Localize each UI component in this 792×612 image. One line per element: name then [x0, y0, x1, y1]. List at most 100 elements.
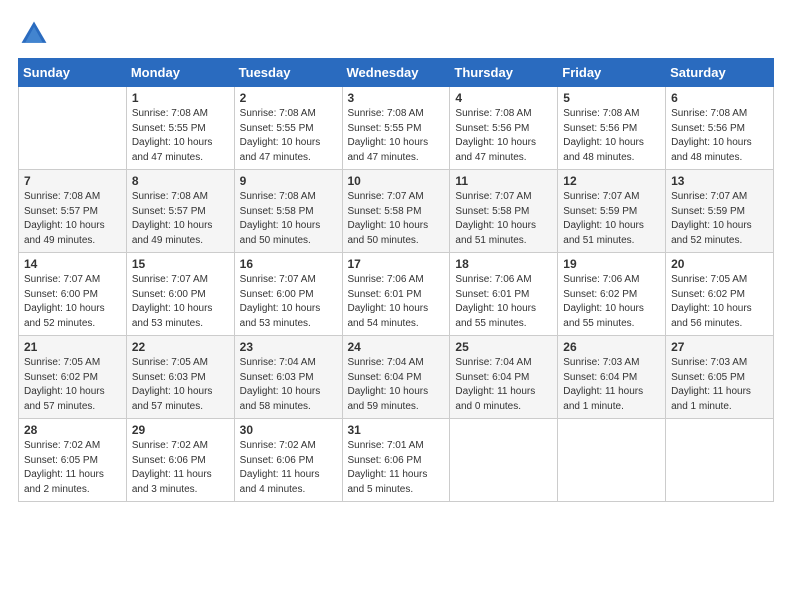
day-info: Sunrise: 7:02 AM Sunset: 6:06 PM Dayligh…: [132, 439, 229, 497]
week-row-3: 14 Sunrise: 7:07 AM Sunset: 6:00 PM Dayli…: [19, 253, 774, 336]
day-number: 25: [455, 340, 552, 354]
day-number: 31: [348, 423, 445, 437]
calendar-cell: 10 Sunrise: 7:07 AM Sunset: 5:58 PM Dayli…: [342, 170, 450, 253]
logo: [18, 18, 54, 50]
calendar-cell: 13Sunrise: 7:07 AM Sunset: 5:59 PM Dayli…: [666, 170, 774, 253]
day-number: 2: [240, 91, 337, 105]
day-number: 19: [563, 257, 660, 271]
day-number: 16: [240, 257, 337, 271]
calendar-cell: 7 Sunrise: 7:08 AM Sunset: 5:57 PM Daylig…: [19, 170, 127, 253]
day-number: 24: [348, 340, 445, 354]
day-number: 17: [348, 257, 445, 271]
calendar-cell: 14Sunrise: 7:07 AM Sunset: 6:00 PM Dayli…: [19, 253, 127, 336]
day-info: Sunrise: 7:08 AM Sunset: 5:56 PM Dayligh…: [455, 107, 552, 165]
day-info: Sunrise: 7:04 AM Sunset: 6:04 PM Dayligh…: [348, 356, 445, 414]
day-number: 22: [132, 340, 229, 354]
day-info: Sunrise: 7:07 AM Sunset: 5:58 PM Dayligh…: [455, 190, 552, 248]
day-number: 5: [563, 91, 660, 105]
weekday-header-sunday: Sunday: [19, 59, 127, 87]
calendar-cell: 23 Sunrise: 7:04 AM Sunset: 6:03 PM Dayli…: [234, 336, 342, 419]
day-info: Sunrise: 7:08 AM Sunset: 5:55 PM Dayligh…: [240, 107, 337, 165]
page: SundayMondayTuesdayWednesdayThursdayFrid…: [0, 0, 792, 520]
calendar-cell: 27Sunrise: 7:03 AM Sunset: 6:05 PM Dayli…: [666, 336, 774, 419]
day-number: 9: [240, 174, 337, 188]
day-number: 23: [240, 340, 337, 354]
day-number: 30: [240, 423, 337, 437]
day-number: 3: [348, 91, 445, 105]
weekday-header-friday: Friday: [558, 59, 666, 87]
day-info: Sunrise: 7:08 AM Sunset: 5:56 PM Dayligh…: [671, 107, 768, 165]
weekday-header-wednesday: Wednesday: [342, 59, 450, 87]
day-info: Sunrise: 7:06 AM Sunset: 6:02 PM Dayligh…: [563, 273, 660, 331]
day-number: 11: [455, 174, 552, 188]
calendar-cell: 22 Sunrise: 7:05 AM Sunset: 6:03 PM Dayli…: [126, 336, 234, 419]
day-info: Sunrise: 7:08 AM Sunset: 5:57 PM Dayligh…: [24, 190, 121, 248]
day-info: Sunrise: 7:05 AM Sunset: 6:03 PM Dayligh…: [132, 356, 229, 414]
day-info: Sunrise: 7:08 AM Sunset: 5:57 PM Dayligh…: [132, 190, 229, 248]
calendar-cell: [666, 419, 774, 502]
calendar-cell: [450, 419, 558, 502]
calendar-cell: 17 Sunrise: 7:06 AM Sunset: 6:01 PM Dayli…: [342, 253, 450, 336]
calendar-cell: 2 Sunrise: 7:08 AM Sunset: 5:55 PM Daylig…: [234, 87, 342, 170]
calendar-cell: 29 Sunrise: 7:02 AM Sunset: 6:06 PM Dayli…: [126, 419, 234, 502]
day-number: 20: [671, 257, 768, 271]
calendar-cell: 28Sunrise: 7:02 AM Sunset: 6:05 PM Dayli…: [19, 419, 127, 502]
day-number: 8: [132, 174, 229, 188]
day-number: 14: [24, 257, 121, 271]
day-number: 12: [563, 174, 660, 188]
day-number: 21: [24, 340, 121, 354]
logo-icon: [18, 18, 50, 50]
day-info: Sunrise: 7:05 AM Sunset: 6:02 PM Dayligh…: [671, 273, 768, 331]
calendar-cell: [19, 87, 127, 170]
day-number: 29: [132, 423, 229, 437]
day-number: 1: [132, 91, 229, 105]
day-info: Sunrise: 7:06 AM Sunset: 6:01 PM Dayligh…: [348, 273, 445, 331]
calendar-cell: 1 Sunrise: 7:08 AM Sunset: 5:55 PM Daylig…: [126, 87, 234, 170]
day-info: Sunrise: 7:07 AM Sunset: 6:00 PM Dayligh…: [132, 273, 229, 331]
calendar-cell: 20 Sunrise: 7:05 AM Sunset: 6:02 PM Dayli…: [666, 253, 774, 336]
day-number: 6: [671, 91, 768, 105]
weekday-header-thursday: Thursday: [450, 59, 558, 87]
calendar-cell: 12 Sunrise: 7:07 AM Sunset: 5:59 PM Dayli…: [558, 170, 666, 253]
calendar-cell: 11 Sunrise: 7:07 AM Sunset: 5:58 PM Dayli…: [450, 170, 558, 253]
day-number: 18: [455, 257, 552, 271]
calendar-cell: 21 Sunrise: 7:05 AM Sunset: 6:02 PM Dayli…: [19, 336, 127, 419]
week-row-5: 28Sunrise: 7:02 AM Sunset: 6:05 PM Dayli…: [19, 419, 774, 502]
day-info: Sunrise: 7:07 AM Sunset: 5:59 PM Dayligh…: [563, 190, 660, 248]
day-number: 15: [132, 257, 229, 271]
calendar-cell: 6 Sunrise: 7:08 AM Sunset: 5:56 PM Daylig…: [666, 87, 774, 170]
calendar-cell: 15 Sunrise: 7:07 AM Sunset: 6:00 PM Dayli…: [126, 253, 234, 336]
day-info: Sunrise: 7:08 AM Sunset: 5:56 PM Dayligh…: [563, 107, 660, 165]
calendar: SundayMondayTuesdayWednesdayThursdayFrid…: [18, 58, 774, 502]
day-info: Sunrise: 7:01 AM Sunset: 6:06 PM Dayligh…: [348, 439, 445, 497]
calendar-cell: 19 Sunrise: 7:06 AM Sunset: 6:02 PM Dayli…: [558, 253, 666, 336]
calendar-cell: [558, 419, 666, 502]
day-info: Sunrise: 7:06 AM Sunset: 6:01 PM Dayligh…: [455, 273, 552, 331]
week-row-4: 21 Sunrise: 7:05 AM Sunset: 6:02 PM Dayli…: [19, 336, 774, 419]
day-number: 4: [455, 91, 552, 105]
weekday-header-row: SundayMondayTuesdayWednesdayThursdayFrid…: [19, 59, 774, 87]
day-number: 7: [24, 174, 121, 188]
day-info: Sunrise: 7:08 AM Sunset: 5:55 PM Dayligh…: [132, 107, 229, 165]
week-row-1: 1 Sunrise: 7:08 AM Sunset: 5:55 PM Daylig…: [19, 87, 774, 170]
day-info: Sunrise: 7:02 AM Sunset: 6:05 PM Dayligh…: [24, 439, 121, 497]
calendar-cell: 16Sunrise: 7:07 AM Sunset: 6:00 PM Dayli…: [234, 253, 342, 336]
calendar-cell: 25 Sunrise: 7:04 AM Sunset: 6:04 PM Dayli…: [450, 336, 558, 419]
weekday-header-monday: Monday: [126, 59, 234, 87]
day-info: Sunrise: 7:08 AM Sunset: 5:55 PM Dayligh…: [348, 107, 445, 165]
calendar-cell: 3 Sunrise: 7:08 AM Sunset: 5:55 PM Daylig…: [342, 87, 450, 170]
day-info: Sunrise: 7:04 AM Sunset: 6:04 PM Dayligh…: [455, 356, 552, 414]
day-info: Sunrise: 7:08 AM Sunset: 5:58 PM Dayligh…: [240, 190, 337, 248]
day-info: Sunrise: 7:05 AM Sunset: 6:02 PM Dayligh…: [24, 356, 121, 414]
day-number: 26: [563, 340, 660, 354]
day-info: Sunrise: 7:04 AM Sunset: 6:03 PM Dayligh…: [240, 356, 337, 414]
day-number: 27: [671, 340, 768, 354]
week-row-2: 7 Sunrise: 7:08 AM Sunset: 5:57 PM Daylig…: [19, 170, 774, 253]
header: [18, 18, 774, 50]
day-info: Sunrise: 7:07 AM Sunset: 5:58 PM Dayligh…: [348, 190, 445, 248]
weekday-header-saturday: Saturday: [666, 59, 774, 87]
calendar-cell: 18 Sunrise: 7:06 AM Sunset: 6:01 PM Dayli…: [450, 253, 558, 336]
calendar-cell: 8 Sunrise: 7:08 AM Sunset: 5:57 PM Daylig…: [126, 170, 234, 253]
weekday-header-tuesday: Tuesday: [234, 59, 342, 87]
day-number: 10: [348, 174, 445, 188]
